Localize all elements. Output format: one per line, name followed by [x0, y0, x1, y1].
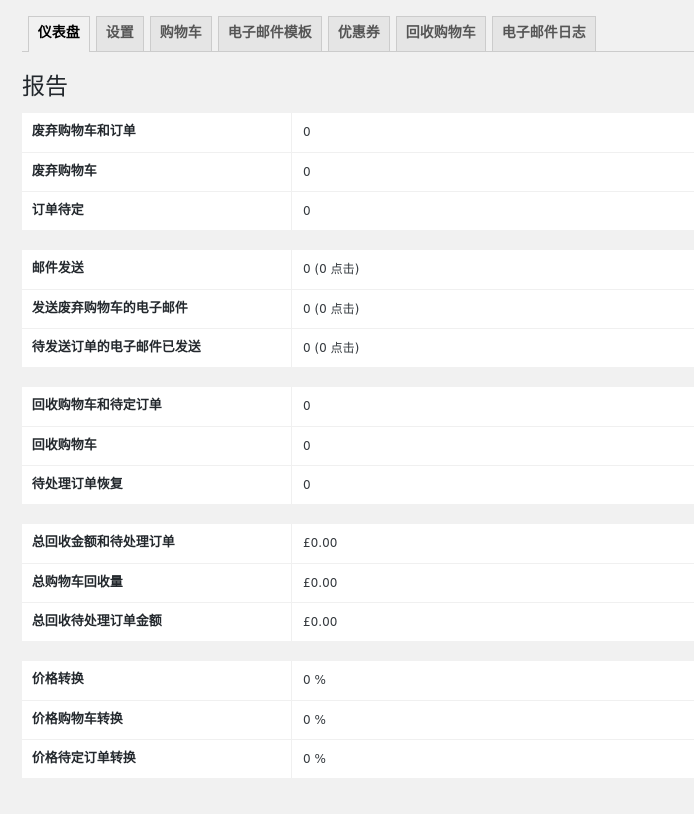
row-value: 0 % [303, 673, 326, 687]
report-group-recovered: 回收购物车和待定订单 0 回收购物车 0 待处理订单恢复 0 [22, 387, 694, 504]
row-value: 0 (0 点击) [303, 262, 360, 276]
tab-email-log[interactable]: 电子邮件日志 [492, 16, 596, 51]
report-group-abandoned: 废弃购物车和订单 0 废弃购物车 0 订单待定 0 [22, 113, 694, 230]
table-row: 废弃购物车 0 [22, 152, 694, 191]
row-value: 0 [303, 399, 311, 413]
table-row: 邮件发送 0 (0 点击) [22, 250, 694, 289]
row-label: 价格转换 [22, 661, 292, 700]
row-label: 价格待定订单转换 [22, 740, 292, 778]
row-value: 0 % [303, 752, 326, 766]
row-value: 0 [303, 204, 311, 218]
tab-email-templates[interactable]: 电子邮件模板 [218, 16, 322, 51]
row-label: 总回收金额和待处理订单 [22, 524, 292, 563]
row-value: 0 [303, 165, 311, 179]
row-label: 回收购物车和待定订单 [22, 387, 292, 426]
table-row: 待处理订单恢复 0 [22, 465, 694, 504]
row-label: 废弃购物车 [22, 153, 292, 191]
table-row: 总购物车回收量 £0.00 [22, 563, 694, 602]
table-row: 发送废弃购物车的电子邮件 0 (0 点击) [22, 289, 694, 328]
row-label: 废弃购物车和订单 [22, 113, 292, 152]
table-row: 待发送订单的电子邮件已发送 0 (0 点击) [22, 328, 694, 367]
nav-tabs: 仪表盘 设置 购物车 电子邮件模板 优惠券 回收购物车 电子邮件日志 [22, 16, 694, 52]
row-label: 回收购物车 [22, 427, 292, 465]
row-value: 0 (0 点击) [303, 302, 360, 316]
table-row: 废弃购物车和订单 0 [22, 113, 694, 152]
row-label: 订单待定 [22, 192, 292, 230]
table-row: 回收购物车和待定订单 0 [22, 387, 694, 426]
row-value: £0.00 [303, 615, 338, 629]
table-row: 价格待定订单转换 0 % [22, 739, 694, 778]
report-table: 废弃购物车和订单 0 废弃购物车 0 订单待定 0 邮件发送 0 (0 点击) … [22, 113, 694, 798]
row-value: 0 (0 点击) [303, 341, 360, 355]
row-value: 0 [303, 478, 311, 492]
row-label: 邮件发送 [22, 250, 292, 289]
tab-settings[interactable]: 设置 [96, 16, 144, 51]
tab-coupons[interactable]: 优惠券 [328, 16, 390, 51]
tab-dashboard[interactable]: 仪表盘 [28, 16, 90, 52]
row-value: £0.00 [303, 576, 338, 590]
table-row: 价格购物车转换 0 % [22, 700, 694, 739]
table-row: 总回收待处理订单金额 £0.00 [22, 602, 694, 641]
table-row: 总回收金额和待处理订单 £0.00 [22, 524, 694, 563]
report-group-emails: 邮件发送 0 (0 点击) 发送废弃购物车的电子邮件 0 (0 点击) 待发送订… [22, 250, 694, 367]
table-row: 订单待定 0 [22, 191, 694, 230]
row-label: 发送废弃购物车的电子邮件 [22, 290, 292, 328]
row-value: 0 % [303, 713, 326, 727]
report-group-amounts: 总回收金额和待处理订单 £0.00 总购物车回收量 £0.00 总回收待处理订单… [22, 524, 694, 641]
row-label: 总回收待处理订单金额 [22, 603, 292, 641]
tab-recovered-carts[interactable]: 回收购物车 [396, 16, 486, 51]
tab-carts[interactable]: 购物车 [150, 16, 212, 51]
row-label: 总购物车回收量 [22, 564, 292, 602]
page-title: 报告 [22, 74, 68, 100]
row-value: 0 [303, 439, 311, 453]
table-row: 回收购物车 0 [22, 426, 694, 465]
row-value: 0 [303, 125, 311, 139]
row-value: £0.00 [303, 536, 338, 550]
row-label: 待处理订单恢复 [22, 466, 292, 504]
row-label: 待发送订单的电子邮件已发送 [22, 329, 292, 367]
table-row: 价格转换 0 % [22, 661, 694, 700]
row-label: 价格购物车转换 [22, 701, 292, 739]
report-group-conversion: 价格转换 0 % 价格购物车转换 0 % 价格待定订单转换 0 % [22, 661, 694, 778]
